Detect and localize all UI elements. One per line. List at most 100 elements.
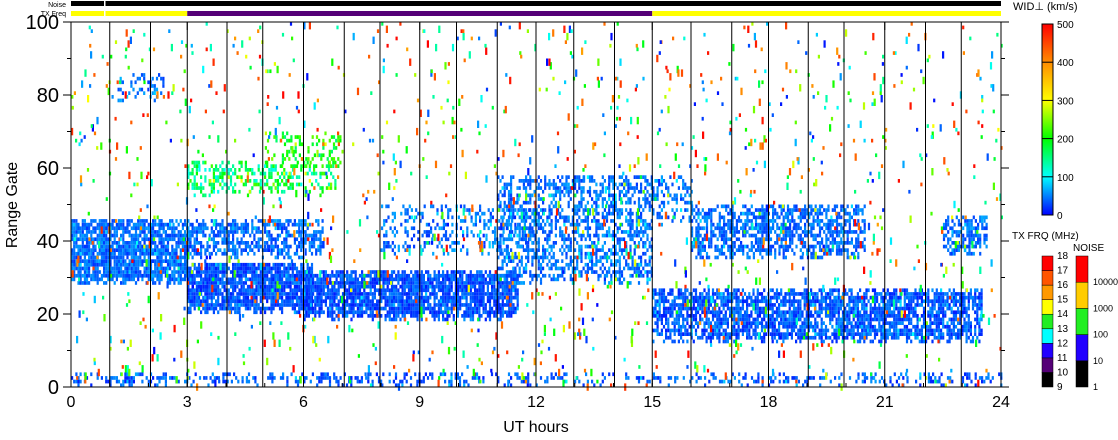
echo-cell [608, 193, 611, 198]
echo-cell [574, 237, 577, 242]
echo-cell [143, 233, 146, 238]
echo-cell [665, 182, 668, 187]
echo-cell [191, 226, 194, 231]
echo-cell [480, 295, 483, 300]
echo-cell [498, 219, 501, 223]
echo-cell [625, 215, 628, 220]
echo-cell [141, 262, 144, 267]
echo-cell [152, 222, 155, 227]
echo-cell [221, 262, 224, 267]
echo-cell [692, 314, 695, 318]
echo-cell [266, 270, 269, 274]
echo-cell [145, 244, 148, 249]
echo-cell [447, 215, 450, 220]
echo-cell [563, 215, 566, 220]
echo-cell [294, 135, 297, 139]
echo-cell [124, 270, 127, 274]
echo-cell [257, 266, 260, 271]
echo-cell [586, 215, 589, 220]
echo-cell [175, 270, 178, 274]
echo-cell [601, 262, 604, 267]
echo-cell [136, 76, 139, 81]
echo-cell [291, 270, 294, 274]
echo-cell [431, 288, 434, 293]
echo-cell [350, 273, 353, 278]
echo-cell [100, 222, 103, 227]
echo-cell [314, 314, 317, 318]
echo-cell [682, 332, 685, 336]
echo-cell [217, 262, 220, 267]
echo-cell [429, 292, 432, 296]
echo-cell [554, 262, 557, 267]
echo-cell [637, 189, 641, 194]
echo-cell [83, 233, 86, 238]
echo-cell [200, 248, 203, 252]
echo-cell [169, 262, 172, 267]
echo-cell [105, 270, 108, 274]
echo-cell [314, 273, 317, 278]
echo-cell [179, 237, 182, 242]
echo-cell [335, 273, 338, 278]
echo-cell [574, 182, 577, 187]
echo-cell [580, 204, 583, 209]
echo-cell [272, 281, 275, 285]
echo-cell [618, 189, 621, 194]
echo-cell [232, 237, 235, 242]
echo-cell [399, 303, 402, 307]
echo-cell [510, 204, 513, 209]
echo-cell [117, 222, 121, 227]
echo-cell [680, 303, 683, 307]
echo-cell [105, 241, 108, 245]
echo-cell [236, 241, 239, 245]
echo-cell [395, 295, 398, 300]
echo-cell [591, 175, 594, 179]
echo-cell [550, 211, 553, 216]
echo-cell [627, 182, 630, 187]
echo-cell [238, 303, 241, 307]
echo-cell [122, 244, 125, 249]
echo-cell [669, 306, 672, 311]
echo-cell [578, 200, 581, 205]
echo-cell [420, 273, 423, 278]
echo-cell [181, 222, 184, 227]
echo-cell [514, 266, 517, 271]
echo-cell [548, 204, 551, 209]
echo-cell [266, 179, 269, 183]
echo-cell [236, 266, 239, 271]
echo-cell [321, 186, 324, 190]
echo-cell [658, 288, 661, 293]
echo-cell [293, 273, 296, 278]
echo-cell [212, 295, 215, 300]
echo-cell [88, 226, 91, 231]
echo-cell [100, 255, 103, 260]
echo-cell [682, 182, 685, 187]
echo-cell [251, 222, 254, 227]
echo-cell [259, 292, 262, 296]
echo-cell [75, 222, 78, 227]
echo-cell [512, 204, 515, 209]
echo-cell [574, 270, 577, 274]
echo-cell [503, 182, 506, 187]
echo-cell [139, 251, 142, 256]
echo-cell [546, 233, 549, 238]
echo-cell [406, 244, 409, 249]
echo-cell [90, 233, 93, 238]
echo-cell [677, 303, 680, 307]
echo-cell [671, 339, 674, 344]
echo-cell [510, 222, 513, 227]
echo-cell [236, 303, 239, 307]
echo-cell [77, 273, 80, 278]
echo-cell [582, 186, 585, 190]
echo-cell [259, 306, 262, 311]
echo-cell [642, 175, 645, 179]
echo-cell [522, 179, 525, 183]
echo-cell [465, 295, 468, 300]
echo-cell [100, 233, 103, 238]
echo-cell [437, 284, 440, 289]
echo-cell [249, 233, 252, 238]
echo-cell [413, 244, 416, 249]
echo-cell [179, 230, 182, 234]
echo-cell [217, 281, 220, 285]
echo-cell [437, 270, 440, 274]
echo-cell [158, 277, 161, 282]
